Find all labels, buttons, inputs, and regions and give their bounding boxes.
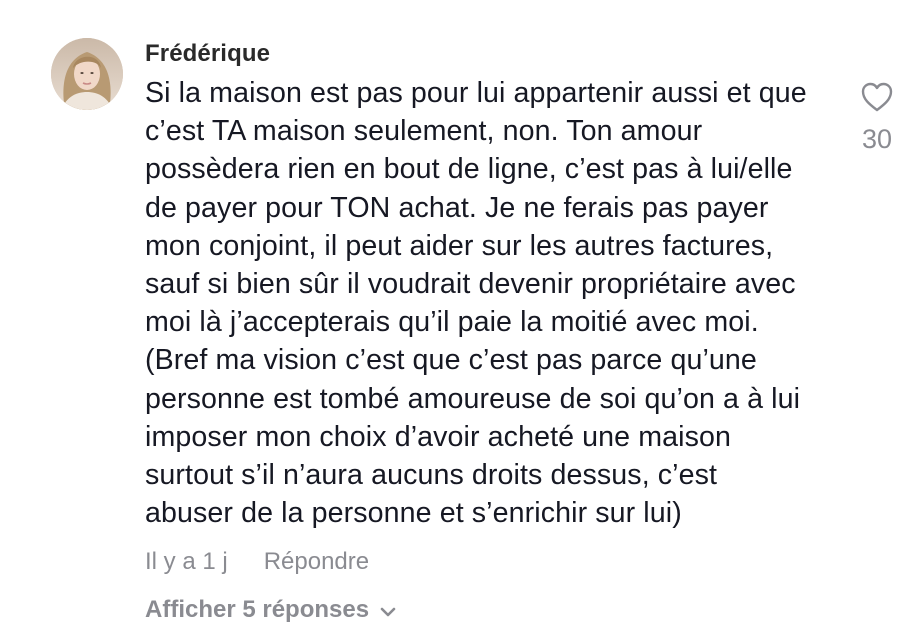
comment-text-line: possèdera rien en bout de ligne, c’est p… — [145, 153, 793, 186]
comment-text-line: de payer pour TON achat. Je ne ferais pa… — [145, 191, 769, 224]
comment-text-line: moi là j’accepterais qu’il paie la moiti… — [145, 306, 759, 339]
comment-text-line: imposer mon choix d’avoir acheté une mai… — [145, 420, 732, 453]
like-count: 30 — [861, 124, 893, 154]
comment-text: Si la maison est pas pour lui appartenir… — [145, 74, 835, 532]
comment-meta: Il y a 1 j Répondre — [145, 546, 835, 578]
like-button[interactable]: 30 — [856, 80, 898, 155]
comment-text-line: Si la maison est pas pour lui appartenir… — [145, 77, 807, 109]
comment-text-line: sauf si bien sûr il voudrait devenir pro… — [145, 268, 796, 301]
comment-text-line: c’est TA maison seulement, non. Ton amou… — [145, 115, 703, 148]
avatar[interactable] — [51, 38, 123, 110]
reply-button[interactable]: Répondre — [264, 546, 369, 578]
view-replies-label: Afficher 5 réponses — [145, 596, 370, 624]
avatar-image — [51, 38, 123, 110]
comment-text-line: personne est tombé amoureuse de soi qu’o… — [145, 382, 801, 415]
view-replies-button[interactable]: Afficher 5 réponses — [145, 594, 835, 626]
comment-timestamp: Il y a 1 j — [145, 548, 228, 576]
comment-text-line: surtout s’il n’aura aucuns droits dessus… — [145, 459, 718, 492]
heart-outline-icon[interactable] — [859, 80, 895, 119]
comment-author[interactable]: Frédérique — [145, 38, 835, 70]
comment-text-line: abuser de la personne et s’enrichir sur … — [145, 497, 682, 530]
comment-item: Frédérique Si la maison est pas pour lui… — [0, 0, 906, 626]
comment-text-line: (Bref ma vision c’est que c’est pas parc… — [145, 344, 757, 377]
comment-text-line: mon conjoint, il peut aider sur les autr… — [145, 229, 774, 262]
chevron-down-icon — [379, 606, 397, 618]
comment-body: Frédérique Si la maison est pas pour lui… — [145, 38, 835, 626]
